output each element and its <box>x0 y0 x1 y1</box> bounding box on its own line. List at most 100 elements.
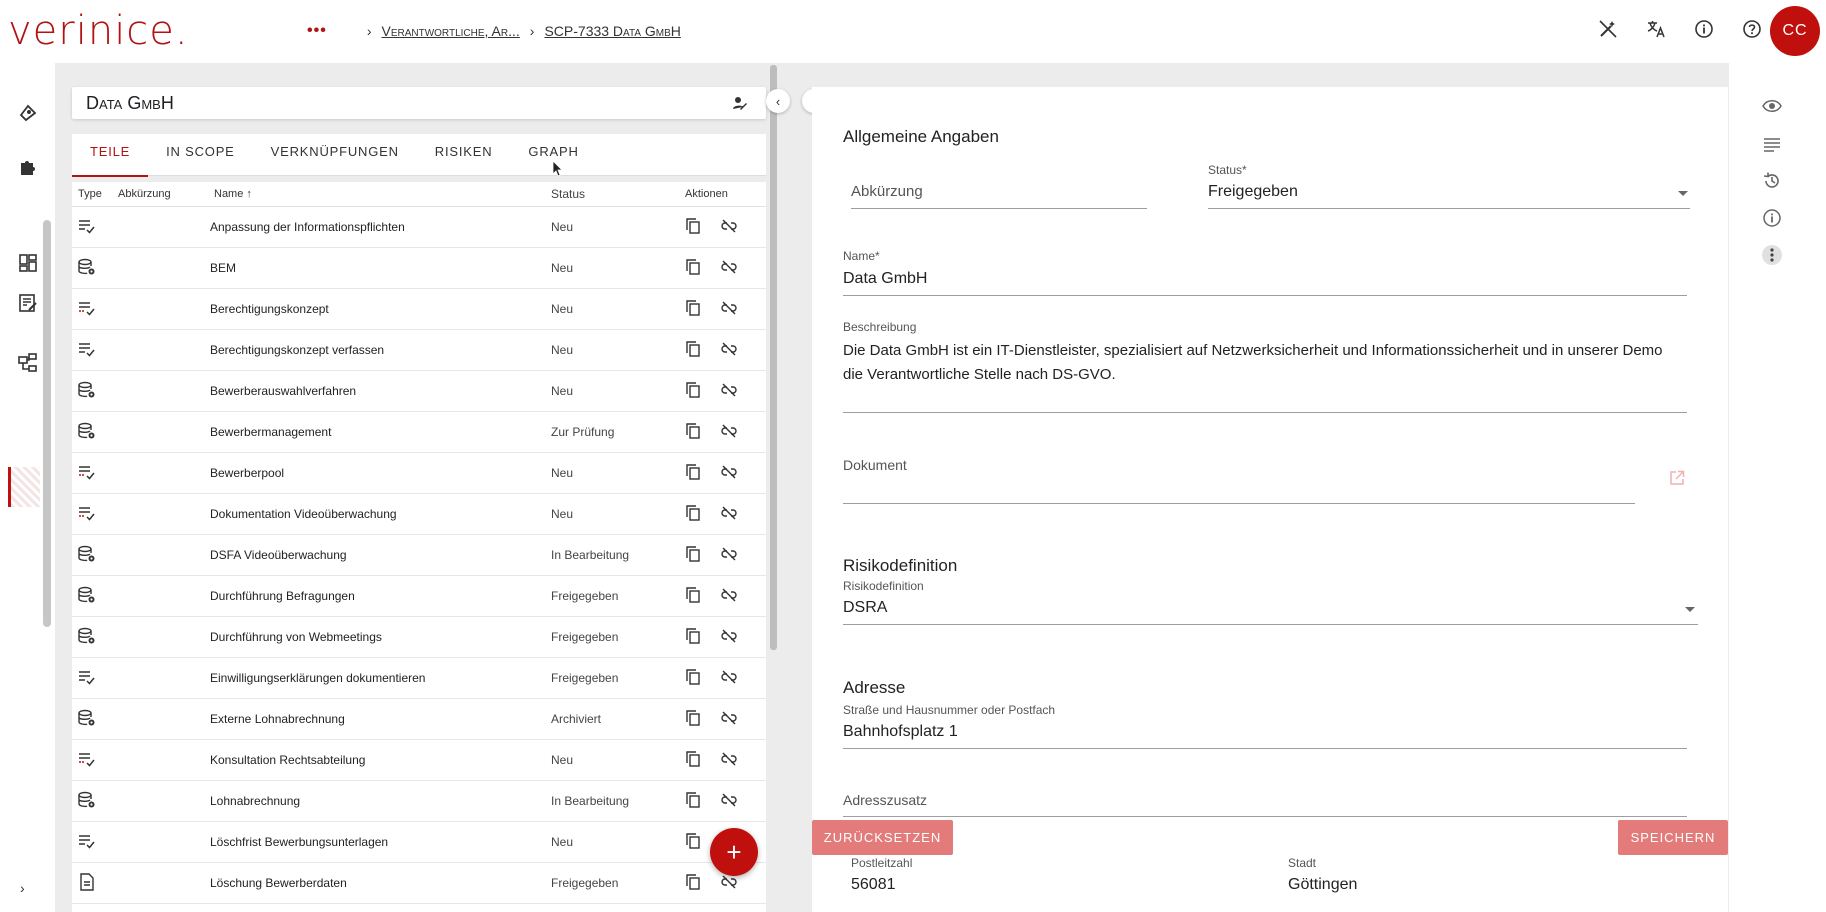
document-field[interactable]: Dokument <box>843 457 907 473</box>
copy-icon[interactable] <box>685 586 701 606</box>
table-scrollbar[interactable] <box>770 65 777 650</box>
table-row[interactable]: Anpassung der Informationspflichten Neu <box>72 207 766 248</box>
status-select[interactable]: Freigegeben <box>1208 183 1298 201</box>
unlink-icon[interactable] <box>721 464 737 483</box>
zip-field[interactable]: 56081 <box>851 876 896 894</box>
risk-select[interactable]: DSRA <box>843 599 887 617</box>
dashboard-icon[interactable] <box>18 253 40 275</box>
translate-icon[interactable] <box>1646 19 1666 39</box>
row-name[interactable]: Löschfrist Bewerbungsunterlagen <box>210 835 551 849</box>
rail-active-indicator[interactable] <box>8 467 40 507</box>
avatar[interactable]: CC <box>1770 6 1820 56</box>
history-icon[interactable] <box>1762 171 1782 191</box>
copy-icon[interactable] <box>685 545 701 565</box>
add-part-button[interactable]: + <box>710 828 758 876</box>
person-edit-icon[interactable] <box>732 95 748 111</box>
breadcrumb-item-current[interactable]: SCP-7333 Data GmbH <box>544 23 680 39</box>
copy-icon[interactable] <box>685 668 701 688</box>
street-field[interactable]: Bahnhofsplatz 1 <box>843 723 958 741</box>
breadcrumb-more[interactable]: ••• <box>307 22 327 40</box>
magic-off-icon[interactable] <box>1598 19 1618 39</box>
unlink-icon[interactable] <box>721 751 737 770</box>
table-row[interactable]: Löschfrist Bewerbungsunterlagen Neu <box>72 822 766 863</box>
row-name[interactable]: Bewerberauswahlverfahren <box>210 384 551 398</box>
col-abkuerzung[interactable]: Abkürzung <box>118 188 210 200</box>
table-row[interactable]: Bewerbermanagement Zur Prüfung <box>72 412 766 453</box>
row-name[interactable]: Berechtigungskonzept <box>210 302 551 316</box>
hierarchy-icon[interactable] <box>18 353 40 375</box>
copy-icon[interactable] <box>685 504 701 524</box>
copy-icon[interactable] <box>685 422 701 442</box>
table-row[interactable]: Einwilligungserklärungen dokumentieren Fr… <box>72 658 766 699</box>
info-icon[interactable] <box>1762 208 1782 228</box>
table-row[interactable]: Dokumentation Videoüberwachung Neu <box>72 494 766 535</box>
open-in-new-icon[interactable] <box>1669 470 1685 491</box>
table-row[interactable]: Durchführung Befragungen Freigegeben <box>72 576 766 617</box>
copy-icon[interactable] <box>685 750 701 770</box>
list-icon[interactable] <box>1762 134 1782 154</box>
unlink-icon[interactable] <box>721 792 737 811</box>
unlink-icon[interactable] <box>721 300 737 319</box>
table-row[interactable]: Durchführung von Webmeetings Freigegeben <box>72 617 766 658</box>
unlink-icon[interactable] <box>721 259 737 278</box>
row-name[interactable]: Einwilligungserklärungen dokumentieren <box>210 671 551 685</box>
rocket-icon[interactable] <box>18 103 40 125</box>
col-type[interactable]: Type <box>72 188 118 200</box>
row-name[interactable]: Dokumentation Videoüberwachung <box>210 507 551 521</box>
row-name[interactable]: Anpassung der Informationspflichten <box>210 220 551 234</box>
row-name[interactable]: Lohnabrechnung <box>210 794 551 808</box>
row-name[interactable]: Konsultation Rechtsabteilung <box>210 753 551 767</box>
tab-verknuepfungen[interactable]: VERKNÜPFUNGEN <box>253 134 417 176</box>
puzzle-icon[interactable] <box>18 157 40 179</box>
row-name[interactable]: Berechtigungskonzept verfassen <box>210 343 551 357</box>
unlink-icon[interactable] <box>721 874 737 893</box>
row-name[interactable]: Externe Lohnabrechnung <box>210 712 551 726</box>
row-name[interactable]: Durchführung Befragungen <box>210 589 551 603</box>
tab-risiken[interactable]: RISIKEN <box>417 134 511 176</box>
reset-button[interactable]: ZURÜCKSETZEN <box>812 820 953 855</box>
table-row[interactable]: DSFA Videoüberwachung In Bearbeitung <box>72 535 766 576</box>
table-row[interactable]: Bewerberpool Neu <box>72 453 766 494</box>
copy-icon[interactable] <box>685 299 701 319</box>
breadcrumb-item-domain[interactable]: Verantwortliche, Ar... <box>381 23 519 39</box>
help-icon[interactable] <box>1742 19 1762 39</box>
table-row[interactable]: Konsultation Rechtsabteilung Neu <box>72 740 766 781</box>
row-name[interactable]: BEM <box>210 261 551 275</box>
unlink-icon[interactable] <box>721 587 737 606</box>
copy-icon[interactable] <box>685 340 701 360</box>
table-row[interactable]: Berechtigungskonzept verfassen Neu <box>72 330 766 371</box>
unlink-icon[interactable] <box>721 423 737 442</box>
more-vert-icon[interactable] <box>1762 245 1782 265</box>
collapse-left-button[interactable]: ‹ <box>766 89 790 113</box>
description-field[interactable]: Die Data GmbH ist ein IT-Dienstleister, … <box>843 339 1673 387</box>
addr2-field[interactable]: Adresszusatz <box>843 792 927 808</box>
copy-icon[interactable] <box>685 381 701 401</box>
save-button[interactable]: SPEICHERN <box>1618 820 1728 855</box>
table-row[interactable]: Löschung Bewerberdaten Freigegeben <box>72 863 766 904</box>
table-row[interactable]: Externe Lohnabrechnung Archiviert <box>72 699 766 740</box>
tab-in-scope[interactable]: IN SCOPE <box>148 134 253 176</box>
row-name[interactable]: DSFA Videoüberwachung <box>210 548 551 562</box>
city-field[interactable]: Göttingen <box>1288 876 1357 894</box>
copy-icon[interactable] <box>685 627 701 647</box>
abkuerzung-field[interactable]: Abkürzung <box>851 183 923 200</box>
unlink-icon[interactable] <box>721 505 737 524</box>
tab-teile[interactable]: TEILE <box>72 134 149 177</box>
copy-icon[interactable] <box>685 258 701 278</box>
copy-icon[interactable] <box>685 463 701 483</box>
table-row[interactable]: Bewerberauswahlverfahren Neu <box>72 371 766 412</box>
table-row[interactable]: Berechtigungskonzept Neu <box>72 289 766 330</box>
rail-scrollbar[interactable] <box>43 220 51 627</box>
copy-icon[interactable] <box>685 873 701 893</box>
copy-icon[interactable] <box>685 709 701 729</box>
copy-icon[interactable] <box>685 791 701 811</box>
unlink-icon[interactable] <box>721 382 737 401</box>
table-row[interactable]: BEM Neu <box>72 248 766 289</box>
copy-icon[interactable] <box>685 832 701 852</box>
unlink-icon[interactable] <box>721 218 737 237</box>
unlink-icon[interactable] <box>721 710 737 729</box>
name-field[interactable]: Data GmbH <box>843 270 927 288</box>
row-name[interactable]: Bewerberpool <box>210 466 551 480</box>
copy-icon[interactable] <box>685 217 701 237</box>
expand-nav-icon[interactable]: › <box>20 880 25 896</box>
